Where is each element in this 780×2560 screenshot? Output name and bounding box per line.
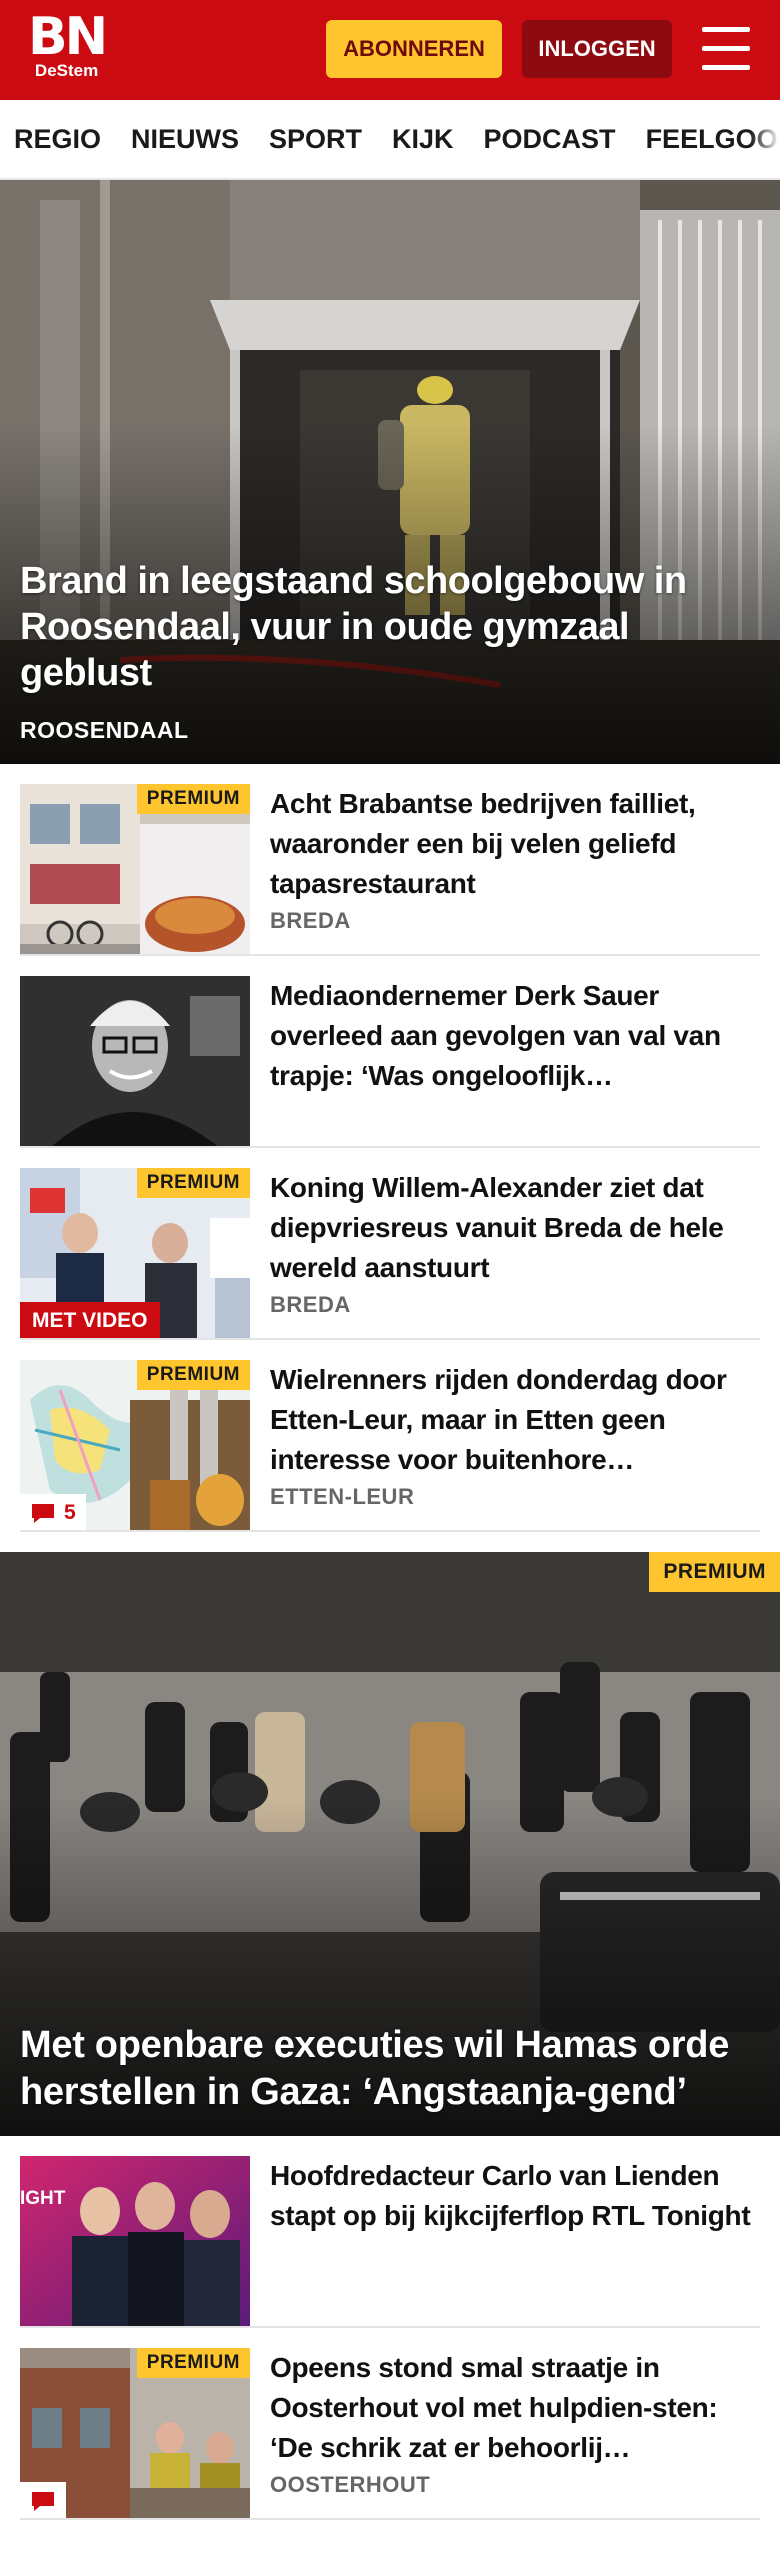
- article-title[interactable]: Hoofdredacteur Carlo van Lienden stapt o…: [270, 2156, 760, 2236]
- list-item[interactable]: IGHT Hoofdredacteur Carlo van Lienden st…: [0, 2136, 780, 2328]
- hamburger-menu-icon[interactable]: [702, 27, 750, 71]
- article-thumbnail: PREMIUM: [20, 2348, 250, 2520]
- comment-icon: [32, 1504, 54, 1523]
- article-thumbnail: [20, 976, 250, 1148]
- article-location: OOSTERHOUT: [270, 2472, 431, 2497]
- article-title[interactable]: Opeens stond smal straatje in Oosterhout…: [270, 2348, 760, 2468]
- login-button[interactable]: INLOGGEN: [522, 20, 672, 78]
- feature-article[interactable]: PREMIUM Met openbare executies wil Hamas…: [0, 1552, 780, 2136]
- hero-title[interactable]: Brand in leegstaand schoolgebouw in Roos…: [20, 558, 750, 696]
- premium-badge: PREMIUM: [136, 1168, 250, 1198]
- nav-item-podcast[interactable]: PODCAST: [484, 124, 616, 155]
- comment-icon: [32, 2492, 54, 2511]
- thumbnail-image: [20, 976, 250, 1148]
- divider: [20, 2518, 760, 2520]
- list-item[interactable]: Mediaondernemer Derk Sauer overleed aan …: [0, 956, 780, 1148]
- list-item[interactable]: PREMIUM Acht Brabantse bedrijven faillie…: [0, 764, 780, 956]
- section-nav: REGIO NIEUWS SPORT KIJK PODCAST FEELGOOD…: [0, 100, 780, 180]
- article-thumbnail: PREMIUM: [20, 784, 250, 956]
- logo-bn-text: BN: [28, 7, 108, 67]
- thumbnail-image: [20, 2156, 250, 2328]
- premium-badge: PREMIUM: [136, 1360, 250, 1390]
- feature-title[interactable]: Met openbare executies wil Hamas orde he…: [20, 2022, 750, 2116]
- article-location: ETTEN-LEUR: [270, 1484, 415, 1509]
- nav-item-nieuws[interactable]: NIEUWS: [131, 124, 239, 155]
- article-title[interactable]: Koning Willem-Alexander ziet dat diepvri…: [270, 1168, 760, 1288]
- video-badge: MET VIDEO: [20, 1302, 160, 1340]
- nav-item-regio[interactable]: REGIO: [14, 124, 101, 155]
- premium-badge: PREMIUM: [649, 1552, 780, 1592]
- premium-badge: PREMIUM: [136, 784, 250, 814]
- article-thumbnail: PREMIUM MET VIDEO: [20, 1168, 250, 1340]
- comment-badge[interactable]: 5: [20, 1494, 86, 1532]
- hero-article[interactable]: Brand in leegstaand schoolgebouw in Roos…: [0, 180, 780, 764]
- article-thumbnail: IGHT: [20, 2156, 250, 2328]
- nav-fade-overlay: [750, 100, 780, 178]
- list-item[interactable]: PREMIUM Opeens stond smal straatje in Oo…: [0, 2328, 780, 2520]
- comment-count: 5: [64, 1501, 76, 1524]
- nav-item-kijk[interactable]: KIJK: [392, 124, 454, 155]
- article-title[interactable]: Wielrenners rijden donderdag door Etten-…: [270, 1360, 760, 1480]
- site-header: BN DeStem ABONNEREN INLOGGEN: [0, 0, 780, 100]
- article-title[interactable]: Mediaondernemer Derk Sauer overleed aan …: [270, 976, 760, 1096]
- list-item[interactable]: PREMIUM 5 Wielrenners rijden donderdag d…: [0, 1340, 780, 1532]
- premium-badge: PREMIUM: [136, 2348, 250, 2378]
- subscribe-button[interactable]: ABONNEREN: [326, 20, 502, 78]
- article-location: BREDA: [270, 1292, 351, 1317]
- article-location: BREDA: [270, 908, 351, 933]
- thumbnail-overlay-text: IGHT: [20, 2188, 66, 2209]
- logo-destem-text: DeStem: [34, 61, 99, 80]
- list-item[interactable]: PREMIUM MET VIDEO Koning Willem-Alexande…: [0, 1148, 780, 1340]
- article-thumbnail: PREMIUM 5: [20, 1360, 250, 1532]
- divider: [20, 1530, 760, 1532]
- nav-item-sport[interactable]: SPORT: [269, 124, 362, 155]
- site-logo[interactable]: BN DeStem: [28, 7, 108, 80]
- article-title[interactable]: Acht Brabantse bedrijven failliet, waaro…: [270, 784, 760, 904]
- comment-badge[interactable]: [20, 2482, 66, 2520]
- hero-location: ROOSENDAAL: [20, 717, 189, 743]
